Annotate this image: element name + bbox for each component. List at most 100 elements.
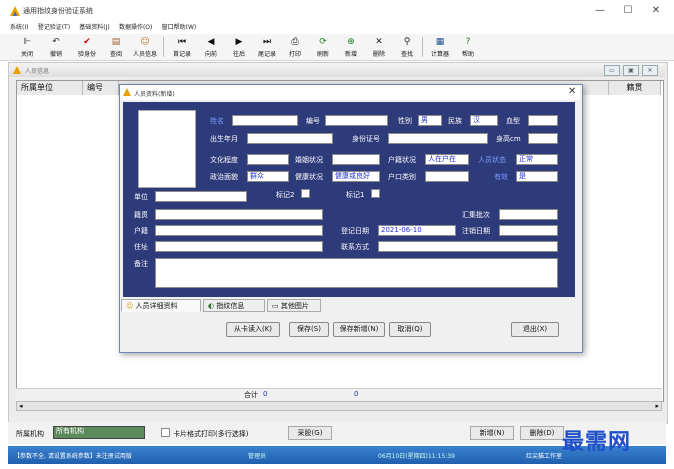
scroll-right-icon[interactable]: ▸ bbox=[655, 402, 659, 410]
reg-date-field[interactable]: 2021-06-10 bbox=[378, 225, 456, 236]
unit-field[interactable] bbox=[155, 191, 247, 202]
batch-label: 汇集批次 bbox=[462, 211, 490, 219]
toolbar-verify-button[interactable]: ✔ 验身份 bbox=[74, 35, 100, 59]
mdi-close-button[interactable]: ✕ bbox=[642, 65, 658, 76]
birth-field[interactable] bbox=[247, 133, 333, 144]
gender-field[interactable]: 男 bbox=[418, 115, 442, 126]
mark1-checkbox[interactable] bbox=[371, 189, 380, 198]
native-label: 籍贯 bbox=[134, 211, 148, 219]
read-card-button[interactable]: 从卡读入(K) bbox=[226, 322, 280, 337]
toolbar-delete-button[interactable]: ✕ 删除 bbox=[366, 35, 392, 59]
address-field[interactable] bbox=[155, 241, 323, 252]
tab-person-details[interactable]: ☺ 人员详细资料 bbox=[121, 299, 201, 312]
blood-field[interactable] bbox=[528, 115, 558, 126]
photo-box[interactable] bbox=[138, 110, 196, 188]
close-button[interactable]: ✕ bbox=[644, 4, 668, 18]
toolbar-refresh-button[interactable]: ⟳ 刷新 bbox=[310, 35, 336, 59]
native-field[interactable] bbox=[155, 209, 323, 220]
refresh-icon: ⟳ bbox=[319, 37, 327, 47]
app-title: 通用指纹身份验证系统 bbox=[23, 7, 93, 15]
mdi-minimize-button[interactable]: ▭ bbox=[604, 65, 620, 76]
fingerprint-icon: ◐ bbox=[208, 302, 215, 310]
political-label: 政治面貌 bbox=[210, 173, 238, 181]
maximize-button[interactable]: ☐ bbox=[616, 4, 640, 18]
person-icon: ☺ bbox=[140, 37, 150, 47]
card-print-label: 卡片格式打印(多行选择) bbox=[173, 430, 249, 438]
toolbar-undo-button[interactable]: ↶ 撤销 bbox=[43, 35, 69, 59]
scroll-left-icon[interactable]: ◂ bbox=[19, 402, 23, 410]
dialog-close-button[interactable]: ✕ bbox=[568, 86, 576, 97]
toolbar-calculator-button[interactable]: ▦ 计算器 bbox=[426, 35, 454, 59]
gender-label: 性别 bbox=[398, 117, 412, 125]
minimize-button[interactable]: — bbox=[588, 4, 612, 18]
reg-date-label: 登记日期 bbox=[341, 227, 369, 235]
toolbar-person-button[interactable]: ☺ 人员信息 bbox=[130, 35, 160, 59]
toolbar-print-button[interactable]: ⎙ 打印 bbox=[282, 35, 308, 59]
person-status-field[interactable]: 正常 bbox=[516, 154, 558, 165]
collect-button[interactable]: 采股(G) bbox=[288, 426, 332, 440]
education-field[interactable] bbox=[247, 154, 289, 165]
toolbar-find-button[interactable]: ⚲ 查找 bbox=[394, 35, 420, 59]
menu-data-ops[interactable]: 数据操作(O) bbox=[119, 22, 152, 31]
dialog-title: 人员资料(新增) bbox=[134, 91, 175, 98]
household-field[interactable] bbox=[155, 225, 323, 236]
menu-register[interactable]: 登记验证(T) bbox=[38, 22, 70, 31]
toolbar-close-button[interactable]: ⊩ 关闭 bbox=[14, 35, 40, 59]
mark2-checkbox[interactable] bbox=[301, 189, 310, 198]
save-and-new-button[interactable]: 保存新增(N) bbox=[333, 322, 385, 337]
ethnicity-field[interactable]: 汉 bbox=[470, 115, 498, 126]
household-type-field[interactable] bbox=[425, 171, 469, 182]
marital-field[interactable] bbox=[332, 154, 380, 165]
horizontal-scrollbar[interactable]: ◂ ▸ bbox=[16, 401, 662, 411]
toolbar-separator bbox=[163, 37, 164, 57]
toolbar-help-button[interactable]: ? 帮助 bbox=[455, 35, 481, 59]
column-header-native-place[interactable]: 籍贯 bbox=[609, 81, 661, 95]
bottom-delete-button[interactable]: 删除(D) bbox=[520, 426, 564, 440]
help-icon: ? bbox=[465, 37, 471, 47]
marital-label: 婚姻状况 bbox=[295, 156, 323, 164]
tab-fingerprint[interactable]: ◐ 指纹信息 bbox=[203, 299, 265, 312]
household-status-label: 户籍状况 bbox=[388, 156, 416, 164]
ethnicity-label: 民族 bbox=[448, 117, 462, 125]
app-logo-icon bbox=[10, 6, 20, 16]
household-label: 户籍 bbox=[134, 227, 148, 235]
health-label: 健康状况 bbox=[295, 173, 323, 181]
political-field[interactable]: 群众 bbox=[247, 171, 289, 182]
bottom-add-button[interactable]: 新增(N) bbox=[470, 426, 514, 440]
household-status-field[interactable]: 人在户在 bbox=[425, 154, 469, 165]
app-logo-icon bbox=[13, 66, 21, 74]
org-select[interactable]: 所有机构 bbox=[53, 426, 145, 439]
tab-other-images[interactable]: ▭ 其他图片 bbox=[267, 299, 321, 312]
total-count: 0 bbox=[263, 390, 268, 398]
exit-button[interactable]: 退出(X) bbox=[511, 322, 559, 337]
height-field[interactable] bbox=[528, 133, 558, 144]
toolbar-prev-button[interactable]: ◀ 向前 bbox=[198, 35, 224, 59]
menu-base-data[interactable]: 基础资料(J) bbox=[79, 22, 109, 31]
contact-field[interactable] bbox=[378, 241, 558, 252]
menu-window-help[interactable]: 窗口帮助(W) bbox=[162, 22, 197, 31]
idcard-label: 身份证号 bbox=[352, 135, 380, 143]
cancel-date-field[interactable] bbox=[499, 225, 558, 236]
find-icon: ⚲ bbox=[403, 37, 411, 47]
batch-field[interactable] bbox=[499, 209, 558, 220]
menu-system[interactable]: 系统(I) bbox=[10, 22, 28, 31]
toolbar-next-button[interactable]: ▶ 往后 bbox=[226, 35, 252, 59]
toolbar-lookup-button[interactable]: ▤ 查阅 bbox=[103, 35, 129, 59]
column-header-number[interactable]: 编号 bbox=[83, 81, 119, 95]
mdi-restore-button[interactable]: ▣ bbox=[623, 65, 639, 76]
valid-field[interactable]: 是 bbox=[516, 171, 558, 182]
name-field[interactable] bbox=[232, 115, 298, 126]
cancel-button[interactable]: 取消(Q) bbox=[389, 322, 431, 337]
toolbar-add-button[interactable]: ⊕ 新增 bbox=[338, 35, 364, 59]
toolbar-last-button[interactable]: ⏭ 尾记录 bbox=[254, 35, 280, 59]
column-header-unit[interactable]: 所属单位 bbox=[17, 81, 83, 95]
card-print-checkbox[interactable] bbox=[161, 428, 170, 437]
idcard-field[interactable] bbox=[388, 133, 488, 144]
status-studio: 红尖猫工作室 bbox=[526, 453, 563, 460]
mark1-label: 标记1 bbox=[346, 191, 365, 199]
health-field[interactable]: 健康或良好 bbox=[332, 171, 380, 182]
remark-field[interactable] bbox=[155, 258, 558, 288]
number-field[interactable] bbox=[325, 115, 388, 126]
toolbar-first-button[interactable]: ⏮ 首记录 bbox=[169, 35, 195, 59]
save-button[interactable]: 保存(S) bbox=[289, 322, 329, 337]
